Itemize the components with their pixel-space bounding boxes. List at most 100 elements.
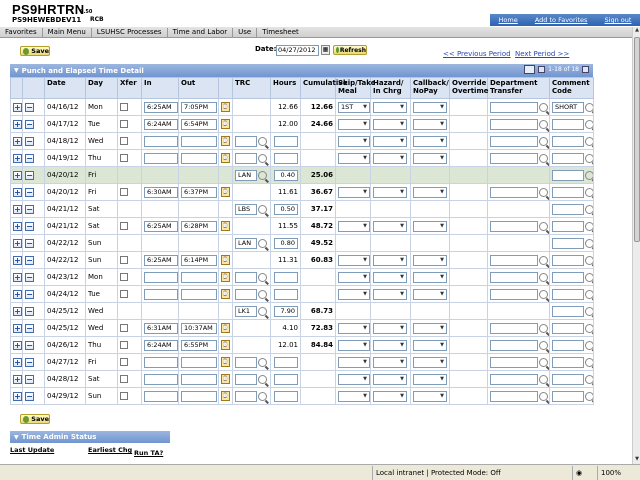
delete-row-icon[interactable]: − <box>25 289 34 299</box>
delete-row-icon[interactable]: − <box>25 170 34 180</box>
breadcrumb-favorites[interactable]: Favorites <box>0 27 43 37</box>
dept-input[interactable] <box>490 288 538 300</box>
out-input[interactable] <box>181 152 217 164</box>
trc-input[interactable] <box>235 373 257 385</box>
meal-select[interactable] <box>338 356 370 368</box>
delete-row-icon[interactable]: − <box>25 323 34 333</box>
comment-input[interactable] <box>552 220 584 232</box>
dept-input[interactable] <box>490 390 538 402</box>
callback-select[interactable] <box>413 254 447 266</box>
comment-lookup-icon[interactable] <box>585 238 593 248</box>
comment-lookup-icon[interactable] <box>585 374 593 384</box>
xfer-checkbox[interactable] <box>120 273 128 281</box>
delete-row-icon[interactable]: − <box>25 153 34 163</box>
in-input[interactable]: 6:30AM <box>144 186 178 198</box>
collapse-icon[interactable]: ▼ <box>14 67 19 74</box>
hours-input[interactable] <box>274 152 298 164</box>
breadcrumb-timesheet[interactable]: Timesheet <box>257 28 304 37</box>
hazard-select[interactable] <box>373 254 407 266</box>
callback-select[interactable] <box>413 152 447 164</box>
hazard-select[interactable] <box>373 101 407 113</box>
trc-input[interactable]: LAN <box>235 169 257 181</box>
hours-input[interactable]: 0.50 <box>274 203 298 215</box>
hazard-select[interactable] <box>373 271 407 283</box>
hazard-select[interactable] <box>373 373 407 385</box>
add-row-icon[interactable]: + <box>13 289 22 299</box>
dept-lookup-icon[interactable] <box>539 340 548 350</box>
trc-input[interactable] <box>235 135 257 147</box>
scroll-down-icon[interactable]: ▼ <box>633 456 640 464</box>
breadcrumb-time-labor[interactable]: Time and Labor <box>168 27 234 37</box>
in-input[interactable] <box>144 390 178 402</box>
clock-icon[interactable]: ⌚ <box>221 391 230 401</box>
in-input[interactable] <box>144 288 178 300</box>
hours-input[interactable] <box>274 288 298 300</box>
hazard-select[interactable] <box>373 288 407 300</box>
dept-lookup-icon[interactable] <box>539 357 548 367</box>
comment-input[interactable] <box>552 118 584 130</box>
xfer-checkbox[interactable] <box>120 324 128 332</box>
trc-lookup-icon[interactable] <box>258 306 267 316</box>
comment-input[interactable] <box>552 356 584 368</box>
out-input[interactable]: 10:37AM <box>181 322 217 334</box>
in-input[interactable]: 6:24AM <box>144 118 178 130</box>
clock-icon[interactable]: ⌚ <box>221 357 230 367</box>
home-link[interactable]: Home <box>499 16 518 24</box>
callback-select[interactable] <box>413 356 447 368</box>
add-row-icon[interactable]: + <box>13 136 22 146</box>
clock-icon[interactable]: ⌚ <box>221 187 230 197</box>
dept-lookup-icon[interactable] <box>539 102 548 112</box>
trc-lookup-icon[interactable] <box>258 170 267 180</box>
out-input[interactable] <box>181 390 217 402</box>
trc-input[interactable]: LAN <box>235 237 257 249</box>
comment-lookup-icon[interactable] <box>585 255 593 265</box>
comment-input[interactable] <box>552 186 584 198</box>
xfer-checkbox[interactable] <box>120 103 128 111</box>
time-admin-collapse-icon[interactable]: ▼ <box>14 434 19 441</box>
xfer-checkbox[interactable] <box>120 341 128 349</box>
comment-input[interactable]: SHORT <box>552 101 584 113</box>
comment-lookup-icon[interactable] <box>585 221 593 231</box>
hours-input[interactable]: 0.40 <box>274 169 298 181</box>
meal-select[interactable] <box>338 220 370 232</box>
dept-lookup-icon[interactable] <box>539 289 548 299</box>
hours-input[interactable] <box>274 135 298 147</box>
run-ta-header[interactable]: Run TA? <box>134 449 163 457</box>
add-row-icon[interactable]: + <box>13 187 22 197</box>
clock-icon[interactable]: ⌚ <box>221 340 230 350</box>
meal-select[interactable] <box>338 186 370 198</box>
comment-input[interactable] <box>552 305 584 317</box>
dept-lookup-icon[interactable] <box>539 323 548 333</box>
add-row-icon[interactable]: + <box>13 119 22 129</box>
comment-input[interactable] <box>552 152 584 164</box>
meal-select[interactable] <box>338 373 370 385</box>
add-row-icon[interactable]: + <box>13 306 22 316</box>
add-row-icon[interactable]: + <box>13 357 22 367</box>
hazard-select[interactable] <box>373 390 407 402</box>
dept-input[interactable] <box>490 322 538 334</box>
trc-lookup-icon[interactable] <box>258 153 267 163</box>
delete-row-icon[interactable]: − <box>25 340 34 350</box>
clock-icon[interactable]: ⌚ <box>221 102 230 112</box>
in-input[interactable]: 6:24AM <box>144 339 178 351</box>
dept-input[interactable] <box>490 118 538 130</box>
delete-row-icon[interactable]: − <box>25 204 34 214</box>
callback-select[interactable] <box>413 322 447 334</box>
callback-select[interactable] <box>413 339 447 351</box>
delete-row-icon[interactable]: − <box>25 306 34 316</box>
breadcrumb-lsuhsc[interactable]: LSUHSC Processes <box>92 27 168 37</box>
dept-input[interactable] <box>490 254 538 266</box>
scroll-thumb[interactable] <box>634 37 640 242</box>
in-input[interactable]: 6:25AM <box>144 101 178 113</box>
comment-input[interactable] <box>552 135 584 147</box>
meal-select[interactable] <box>338 339 370 351</box>
hazard-select[interactable] <box>373 118 407 130</box>
view-all-icon[interactable] <box>524 65 536 74</box>
xfer-checkbox[interactable] <box>120 392 128 400</box>
hazard-select[interactable] <box>373 322 407 334</box>
first-page-icon[interactable] <box>538 66 546 73</box>
meal-select[interactable]: 1ST <box>338 101 370 113</box>
out-input[interactable] <box>181 356 217 368</box>
callback-select[interactable] <box>413 135 447 147</box>
trc-lookup-icon[interactable] <box>258 357 267 367</box>
